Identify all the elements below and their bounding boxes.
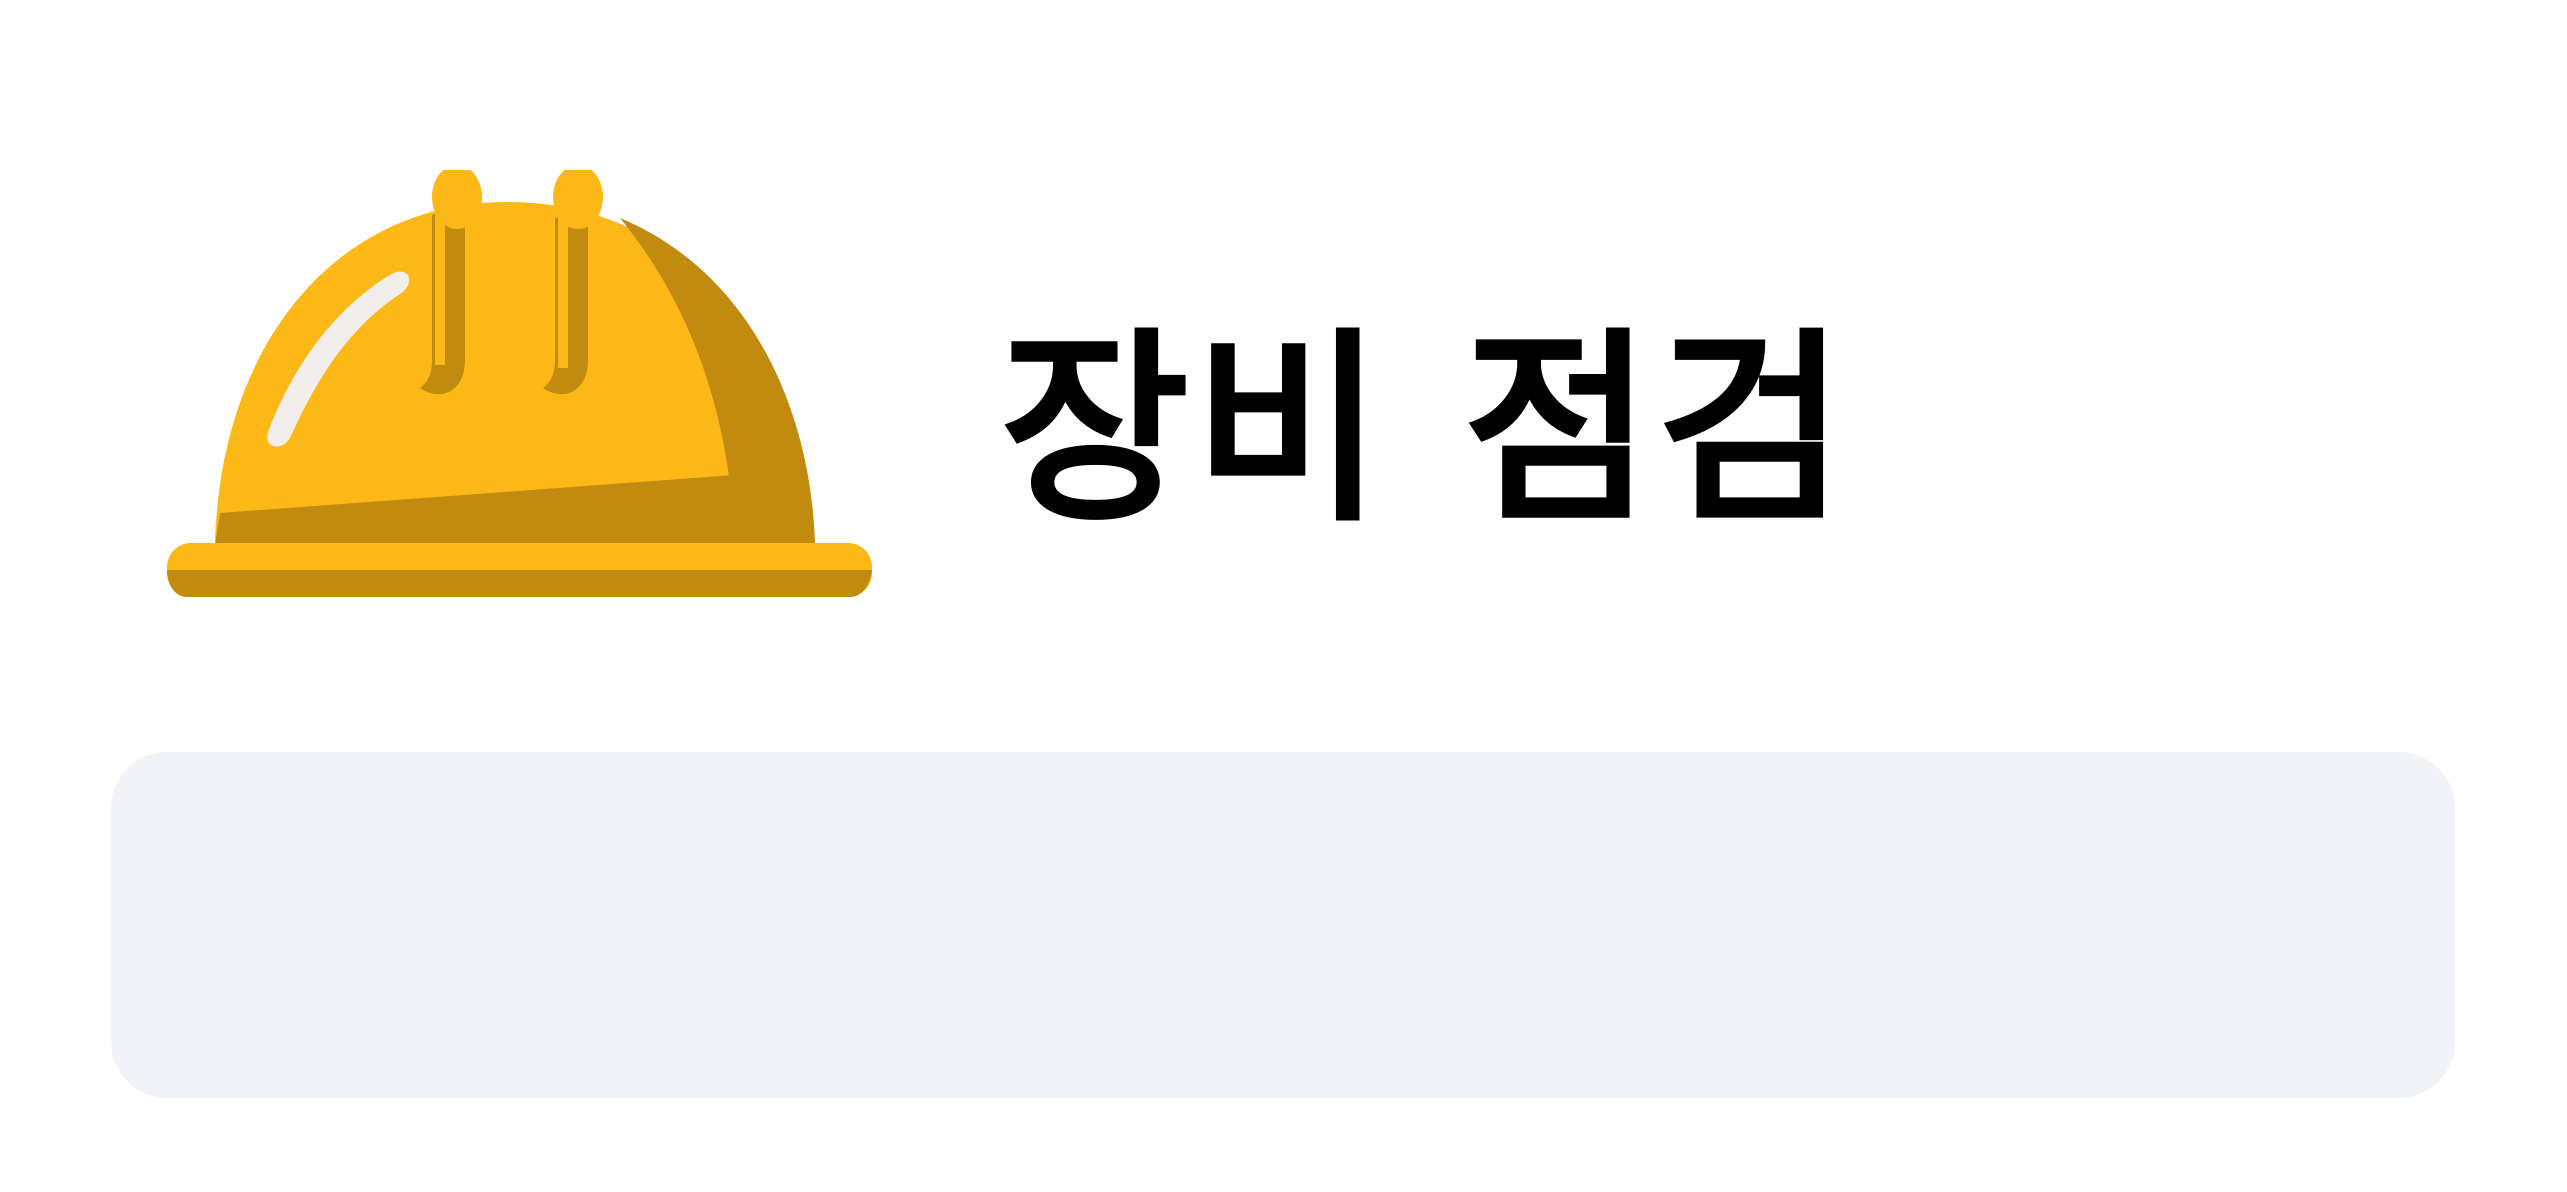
content-panel — [111, 752, 2455, 1098]
hard-hat-icon — [165, 170, 875, 610]
page-title: 장비 점검 — [1000, 310, 1850, 550]
page-header: 장비 점검 — [0, 0, 2567, 700]
